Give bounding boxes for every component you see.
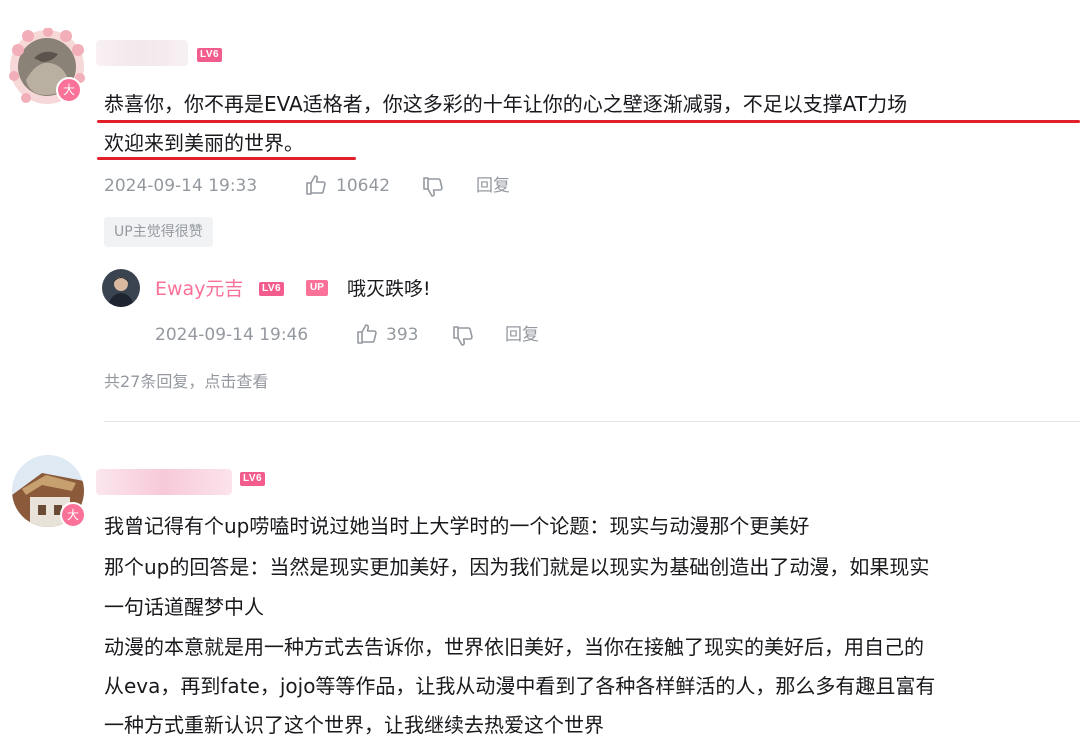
- reply1-text: 哦灭跌哆!: [347, 278, 431, 300]
- comment2-line: 一种方式重新认识了这个世界，让我继续去热爱这个世界: [104, 713, 604, 737]
- highlight-underline-1: [97, 120, 1080, 123]
- comment2-line: 从eva，再到fate，jojo等等作品，让我从动漫中看到了各种各样鲜活的人，那…: [104, 674, 936, 698]
- level-badge: LV6: [240, 472, 266, 486]
- thumbs-down-icon[interactable]: [451, 324, 475, 352]
- comment2-line: 我曾记得有个up唠嗑时说过她当时上大学时的一个论题：现实与动漫那个更美好: [104, 514, 810, 538]
- thumbs-up-icon[interactable]: [355, 322, 379, 350]
- comment1-time: 2024-09-14 19:33: [104, 176, 258, 196]
- view-replies-link[interactable]: 共27条回复，点击查看: [104, 371, 268, 393]
- up-badge: UP: [306, 280, 328, 296]
- reply1-username[interactable]: Eway元吉: [155, 276, 243, 302]
- comment2-line: 那个up的回答是：当然是现实更加美好，因为我们就是以现实为基础创造出了动漫，如果…: [104, 555, 930, 579]
- comment1-text-line2: 欢迎来到美丽的世界。: [104, 131, 304, 155]
- reply1-avatar[interactable]: [102, 269, 140, 307]
- comment1-text-line1: 恭喜你，你不再是EVA适格者，你这多彩的十年让你的心之壁逐渐减弱，不足以支撑AT…: [104, 92, 908, 116]
- comment2-line: 一句话道醒梦中人: [104, 595, 264, 619]
- reply1-time: 2024-09-14 19:46: [155, 325, 309, 345]
- highlight-underline-2: [97, 157, 356, 160]
- comment2-line: 动漫的本意就是用一种方式去告诉你，世界依旧美好，当你在接触了现实的美好后，用自己…: [104, 635, 924, 659]
- vip-badge: 大: [56, 77, 82, 103]
- reply1-like-count: 393: [386, 325, 419, 345]
- thumbs-up-icon[interactable]: [304, 173, 328, 201]
- up-liked-tag: UP主觉得很赞: [104, 217, 213, 247]
- comment1-reply-button[interactable]: 回复: [476, 175, 510, 197]
- comment1-username-redacted[interactable]: [96, 40, 188, 66]
- reply1-reply-button[interactable]: 回复: [505, 324, 539, 346]
- comment2-username-redacted[interactable]: [96, 469, 232, 495]
- comment1-like-count: 10642: [336, 176, 391, 196]
- level-badge: LV6: [259, 282, 285, 296]
- thumbs-down-icon[interactable]: [421, 175, 445, 203]
- vip-badge: 大: [60, 502, 86, 528]
- comment-divider: [104, 421, 1080, 422]
- level-badge: LV6: [197, 48, 223, 62]
